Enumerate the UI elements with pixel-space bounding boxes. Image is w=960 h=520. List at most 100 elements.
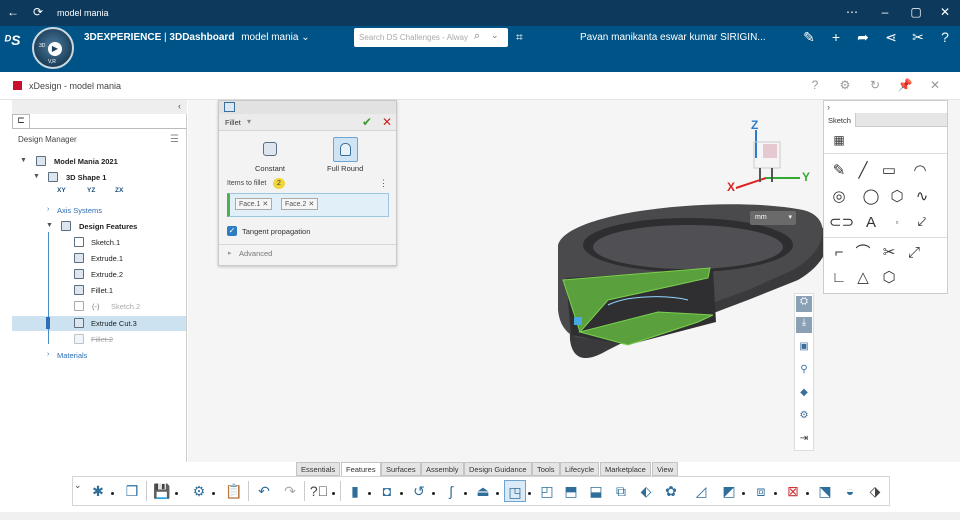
tree-item-shape[interactable]: 3D Shape 1: [66, 173, 106, 182]
plane-yz-icon[interactable]: YZ: [87, 187, 95, 194]
corner-icon[interactable]: ⌐: [829, 243, 849, 263]
view-section-icon[interactable]: ⚙: [796, 410, 812, 426]
part-pocket-floor[interactable]: [593, 225, 783, 269]
line-icon[interactable]: ╱: [853, 161, 873, 181]
close-app-icon[interactable]: ✕: [927, 78, 943, 92]
constraint-icon[interactable]: ⤢: [904, 243, 924, 263]
manipulator-handle[interactable]: [574, 317, 582, 325]
save-icon[interactable]: 💾: [151, 480, 173, 502]
tree-item-fillet2[interactable]: Fillet.2: [91, 335, 113, 344]
chevron-right-icon[interactable]: ›: [827, 102, 830, 112]
help-icon[interactable]: ?: [935, 29, 955, 45]
network-icon[interactable]: ⋖: [881, 29, 901, 46]
axis-triad[interactable]: [735, 130, 800, 189]
tree-item-extrude-cut3[interactable]: Extrude Cut.3: [91, 319, 137, 328]
expand-arrow-icon[interactable]: ▼: [20, 157, 27, 164]
tree-item-extrude2[interactable]: Extrude.2: [91, 270, 123, 279]
ok-check-icon[interactable]: ✔: [362, 115, 372, 129]
chevron-right-icon[interactable]: ›: [47, 351, 49, 358]
clipboard-icon[interactable]: 📋: [223, 480, 245, 502]
spline-icon[interactable]: ∿: [912, 187, 932, 207]
collaboration-icon[interactable]: ✎: [799, 29, 819, 46]
tree-item-model[interactable]: Model Mania 2021: [54, 157, 118, 166]
split-icon[interactable]: ◩: [718, 480, 740, 502]
tab-essentials[interactable]: Essentials: [296, 462, 341, 476]
expand-arrow-icon[interactable]: ▼: [33, 173, 40, 180]
help-icon[interactable]: ?: [807, 78, 823, 92]
chevron-right-icon[interactable]: ›: [47, 206, 49, 213]
gear-icon[interactable]: ⚙: [837, 78, 853, 92]
tree-item-materials[interactable]: Materials: [57, 351, 87, 360]
circle-icon[interactable]: ◎: [829, 187, 849, 207]
tree-tab-icon[interactable]: ⊏: [12, 114, 30, 128]
tab-sketch[interactable]: Sketch: [824, 113, 856, 127]
rectangle-icon[interactable]: ▭: [879, 161, 899, 181]
redo-icon[interactable]: ↷: [279, 480, 301, 502]
revolve-icon[interactable]: ↺: [408, 480, 430, 502]
undo-icon[interactable]: ↶: [253, 480, 275, 502]
point-icon[interactable]: ▫: [887, 213, 907, 233]
combine-icon[interactable]: ⧈: [750, 480, 772, 502]
tree-item-fillet1[interactable]: Fillet.1: [91, 286, 113, 295]
update-icon[interactable]: ⚙: [188, 480, 210, 502]
tab-design-guidance[interactable]: Design Guidance: [464, 462, 532, 476]
offset-icon[interactable]: ⤦: [912, 213, 932, 233]
text-icon[interactable]: A: [861, 213, 881, 233]
close-window-icon[interactable]: ✕: [936, 5, 954, 19]
ellipse-icon[interactable]: ◯: [861, 187, 881, 207]
item-chip-face1[interactable]: Face.1 ✕: [235, 198, 273, 210]
fillet-sketch-icon[interactable]: ⌒: [853, 243, 873, 263]
reload-icon[interactable]: ↻: [867, 78, 883, 92]
construction-icon[interactable]: ∟: [829, 268, 849, 288]
open-icon[interactable]: ❒: [121, 480, 143, 502]
pencil-sketch-icon[interactable]: ✎: [829, 161, 849, 181]
user-name[interactable]: Pavan manikanta eswar kumar SIRIGIN...: [580, 32, 766, 43]
remove-chip-icon[interactable]: ✕: [308, 201, 314, 208]
arc-icon[interactable]: ◠: [910, 161, 930, 181]
tab-assembly[interactable]: Assembly: [421, 462, 464, 476]
tools-icon[interactable]: ✂: [908, 29, 928, 46]
remove-chip-icon[interactable]: ✕: [262, 201, 268, 208]
minimize-icon[interactable]: –: [876, 5, 894, 19]
stock-icon[interactable]: ⬗: [864, 480, 886, 502]
chevron-down-icon[interactable]: ⌄: [301, 32, 309, 43]
option-full-round[interactable]: Full Round: [327, 164, 363, 173]
extrude-icon[interactable]: ▮: [344, 480, 366, 502]
shell-icon[interactable]: ⬒: [560, 480, 582, 502]
triangle-icon[interactable]: △: [853, 268, 873, 288]
chevron-right-icon[interactable]: ▸: [228, 249, 232, 257]
sketch-icon[interactable]: ▦: [829, 130, 849, 150]
cancel-x-icon[interactable]: ✕: [382, 115, 392, 129]
tree-item-axis-systems[interactable]: Axis Systems: [57, 206, 102, 215]
view-cube-icon[interactable]: ▣: [796, 341, 812, 357]
more-options-icon[interactable]: ⋯: [843, 5, 861, 19]
tab-lifecycle[interactable]: Lifecycle: [560, 462, 600, 476]
mirror-icon[interactable]: ⧉: [610, 480, 632, 502]
tangent-propagation-checkbox[interactable]: ✓: [227, 226, 237, 236]
units-dropdown[interactable]: mm ▾: [750, 211, 796, 225]
add-icon[interactable]: +: [826, 29, 846, 45]
back-arrow-icon[interactable]: ←: [4, 5, 22, 19]
play-icon[interactable]: ▶: [48, 42, 62, 56]
move-body-icon[interactable]: ⬔: [814, 480, 836, 502]
draft-icon[interactable]: ⬓: [585, 480, 607, 502]
pattern-icon[interactable]: ⬖: [635, 480, 657, 502]
chamfer-icon[interactable]: ◰: [536, 480, 558, 502]
search-scope-dropdown-icon[interactable]: ⌄: [491, 30, 499, 41]
fillet-tool-icon[interactable]: ◳: [504, 480, 526, 502]
view-manipulator-icon[interactable]: ⛭: [796, 296, 812, 312]
scale-icon[interactable]: ◒: [839, 480, 861, 502]
tree-item-sketch1[interactable]: Sketch.1: [91, 238, 120, 247]
view-measure-icon[interactable]: ⤓: [796, 317, 812, 333]
view-shading-icon[interactable]: ◆: [796, 387, 812, 403]
tag-icon[interactable]: ⌗: [516, 30, 523, 45]
delete-body-icon[interactable]: ⊠: [782, 480, 804, 502]
chevron-down-icon[interactable]: ▾: [247, 117, 251, 126]
items-selection-box[interactable]: Face.1 ✕ Face.2 ✕: [227, 193, 389, 217]
chevron-down-icon[interactable]: ⌄: [74, 480, 82, 491]
collapse-panel-icon[interactable]: ‹: [178, 101, 181, 111]
polygon-icon[interactable]: ⬡: [887, 187, 907, 207]
option-constant[interactable]: Constant: [255, 164, 285, 173]
dashboard-tab-name[interactable]: model mania: [241, 32, 298, 43]
share-icon[interactable]: ➦: [853, 29, 873, 46]
